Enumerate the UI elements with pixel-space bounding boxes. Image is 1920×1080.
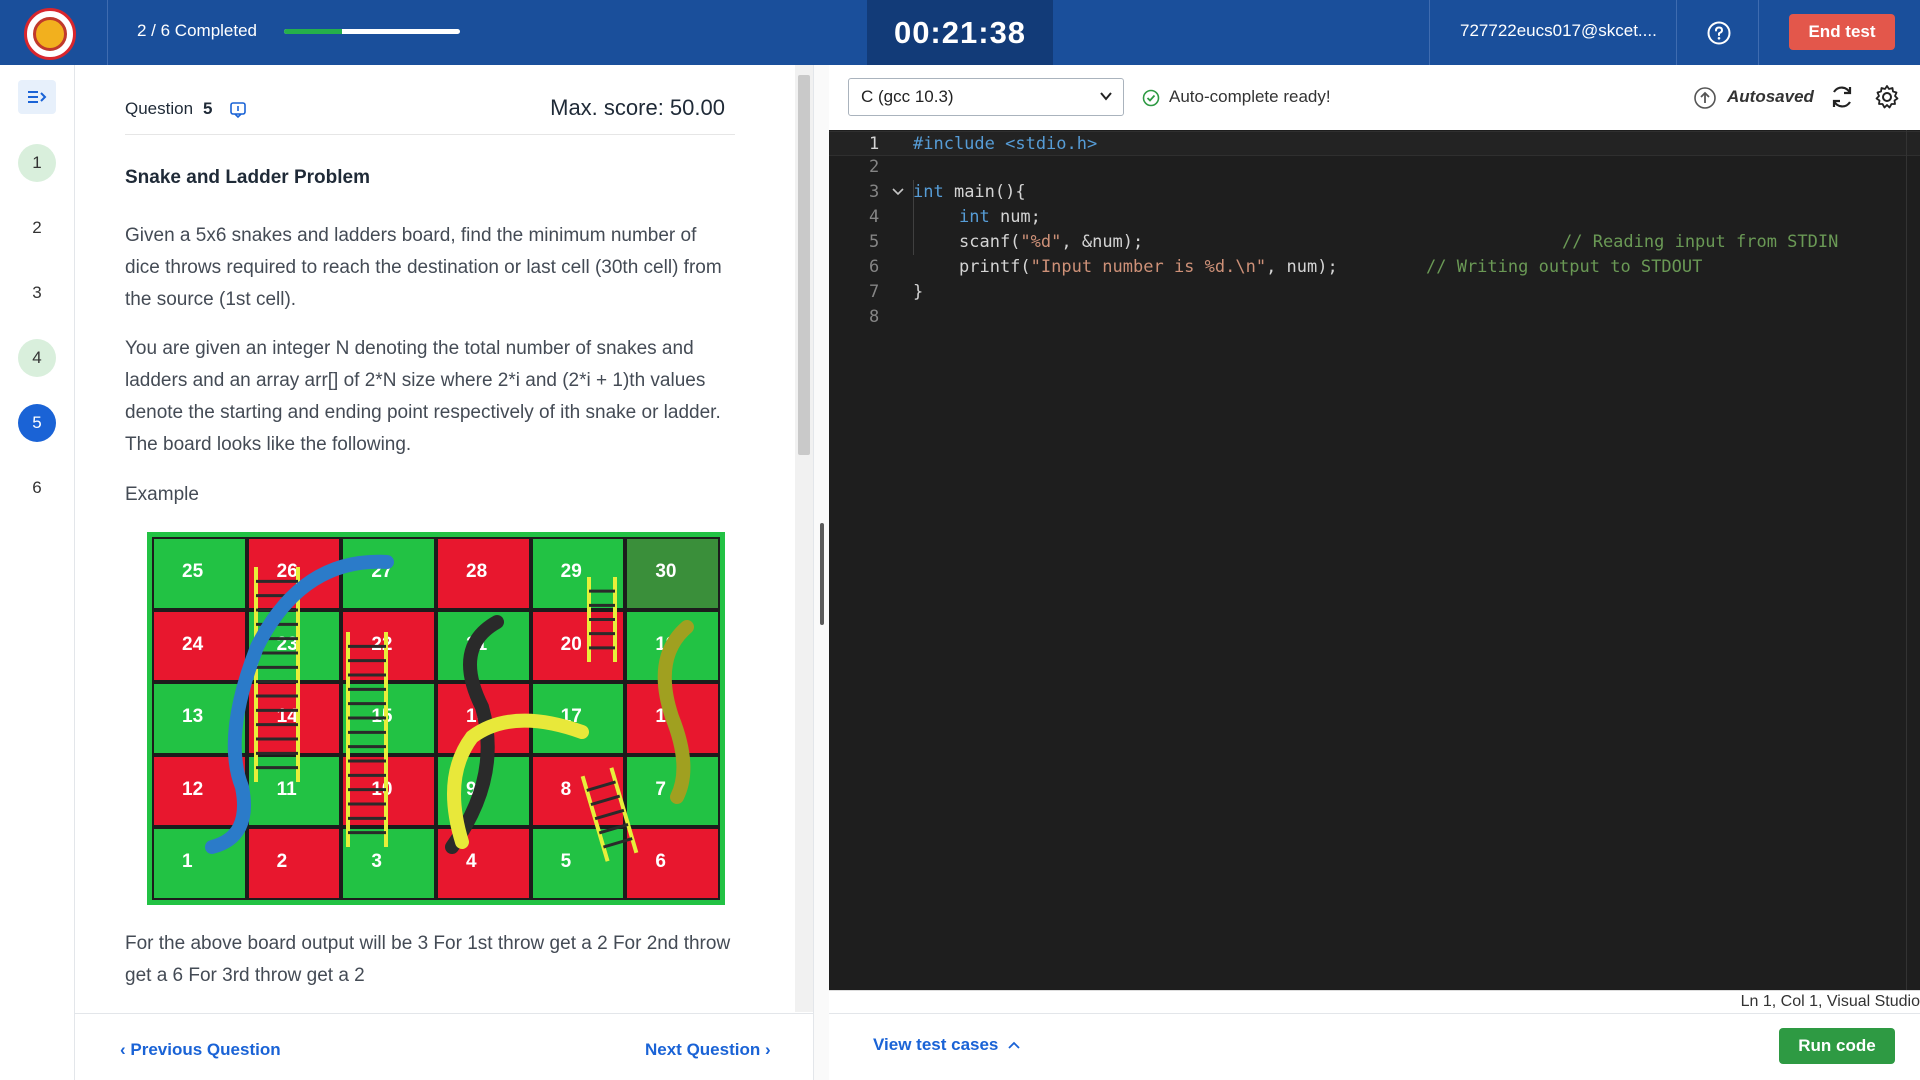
chevron-up-icon [1008,1041,1020,1049]
code-keyword: int [913,182,944,202]
question-panel: Question 5 Max. score: 50.00 Snake and La… [75,65,795,1012]
ladder [346,632,388,847]
progress-bar [284,29,460,34]
cursor-position: Ln 1, Col 1, Visual Studio [1740,993,1920,1010]
question-navigator: 1 2 3 4 5 6 [0,65,75,1080]
previous-question-button[interactable]: ‹ Previous Question [120,1040,281,1060]
code-line[interactable]: 6 printf("Input number is %d.\n", num); … [829,257,1920,282]
question-nav-item-4[interactable]: 4 [18,339,56,377]
check-circle-icon [1142,89,1160,107]
question-nav-item-6[interactable]: 6 [18,469,56,507]
editor-scrollbar[interactable] [1906,130,1920,990]
code-string: "Input number is %d.\n" [1030,257,1267,277]
code-text: , &num); [1061,232,1144,252]
question-number: 5 [203,99,213,118]
view-test-cases-button[interactable]: View test cases [873,1035,1021,1055]
code-line[interactable]: 8 [829,307,1920,332]
problem-paragraph: You are given an integer N denoting the … [125,338,721,455]
line-number: 8 [869,307,880,327]
question-label: Question 5 [125,99,213,119]
run-code-button[interactable]: Run code [1779,1028,1895,1064]
editor-status-bar: Ln 1, Col 1, Visual Studio [829,990,1920,1012]
panel-resize-handle[interactable] [813,65,829,1080]
expand-panel-icon [28,91,47,103]
progress-text: 2 / 6 Completed [137,21,258,40]
code-line[interactable]: 3 int main(){ [829,182,1920,207]
language-select[interactable]: C (gcc 10.3) [848,78,1124,116]
top-header: 2 / 6 Completed 00:21:38 727722eucs017@s… [0,0,1920,65]
code-text: num; [989,207,1041,227]
line-number: 5 [869,232,880,252]
scrollbar-thumb[interactable] [798,75,810,455]
question-pagination: ‹ Previous Question Next Question › [75,1013,813,1080]
snake [657,620,694,804]
settings-gear-icon[interactable] [1874,84,1900,110]
header-divider [1758,0,1759,65]
code-string: "%d" [1020,232,1062,252]
code-text: , num); [1266,257,1338,277]
fold-chevron-icon[interactable] [891,182,905,202]
line-number: 4 [869,207,880,227]
institution-logo [24,8,76,60]
question-nav-item-3[interactable]: 3 [18,274,56,312]
question-nav-item-1[interactable]: 1 [18,144,56,182]
autocomplete-status: Auto-complete ready! [1169,87,1331,106]
line-number: 6 [869,257,880,277]
code-text: scanf( [959,232,1021,252]
editor-actions: View test cases Run code [829,1013,1920,1080]
question-label-text: Question [125,99,194,118]
collapse-panel-button[interactable] [18,80,56,114]
refresh-icon[interactable] [1829,84,1855,110]
header-divider [1676,0,1677,65]
end-test-button[interactable]: End test [1789,14,1895,50]
code-comment: // Writing output to STDOUT [1426,257,1703,277]
snake-ladder-board-image: 2526272829302423222120191314151617181211… [147,532,725,905]
line-number: 2 [869,157,880,177]
question-panel-scrollbar[interactable] [795,65,813,1012]
header-divider [107,0,108,65]
previous-question-label: Previous Question [130,1040,281,1059]
question-nav-item-2[interactable]: 2 [18,209,56,247]
help-icon[interactable] [1706,20,1732,46]
code-line[interactable]: 1 #include <stdio.h> [829,131,1920,156]
question-nav-item-5[interactable]: 5 [18,404,56,442]
countdown-timer: 00:21:38 [867,0,1053,65]
question-header: Question 5 Max. score: 50.00 [125,95,735,135]
autosave-status: Autosaved [1727,87,1814,106]
progress-bar-fill [284,29,343,34]
code-text: } [913,282,924,302]
next-question-label: Next Question [645,1040,761,1059]
snakes-and-ladders-overlay [205,554,694,862]
resize-grip[interactable] [820,523,824,625]
code-text: main(){ [943,182,1026,202]
max-score: Max. score: 50.00 [550,95,725,120]
example-explanation: For the above board output will be 3 For… [125,933,731,986]
code-line[interactable]: 2 [829,157,1920,182]
language-select-value: C (gcc 10.3) [861,87,954,106]
code-comment: // Reading input from STDIN [1562,232,1839,252]
example-label: Example [125,484,199,505]
ladder [587,577,617,662]
line-number: 1 [869,134,880,154]
code-line[interactable]: 4 int num; [829,207,1920,232]
question-info-icon[interactable] [229,101,247,119]
cloud-upload-icon [1694,87,1716,109]
view-test-cases-label: View test cases [873,1035,999,1054]
next-question-button[interactable]: Next Question › [645,1040,771,1060]
problem-paragraph: Given a 5x6 snakes and ladders board, fi… [125,225,722,310]
chevron-down-icon [1100,92,1112,101]
user-email: 727722eucs017@skcet.... [1460,21,1657,40]
question-title: Snake and Ladder Problem [125,167,370,188]
code-text: printf( [959,257,1031,277]
header-divider [1429,0,1430,65]
line-number: 7 [869,282,880,302]
code-keyword: int [959,207,990,227]
code-editor[interactable]: 1 #include <stdio.h> 2 3 int main(){ 4 i… [829,130,1920,990]
code-line[interactable]: 5 scanf("%d", &num); // Reading input fr… [829,232,1920,257]
code-include: #include <stdio.h> [913,134,1098,154]
code-line[interactable]: 7 } [829,282,1920,307]
ladder [580,767,639,862]
